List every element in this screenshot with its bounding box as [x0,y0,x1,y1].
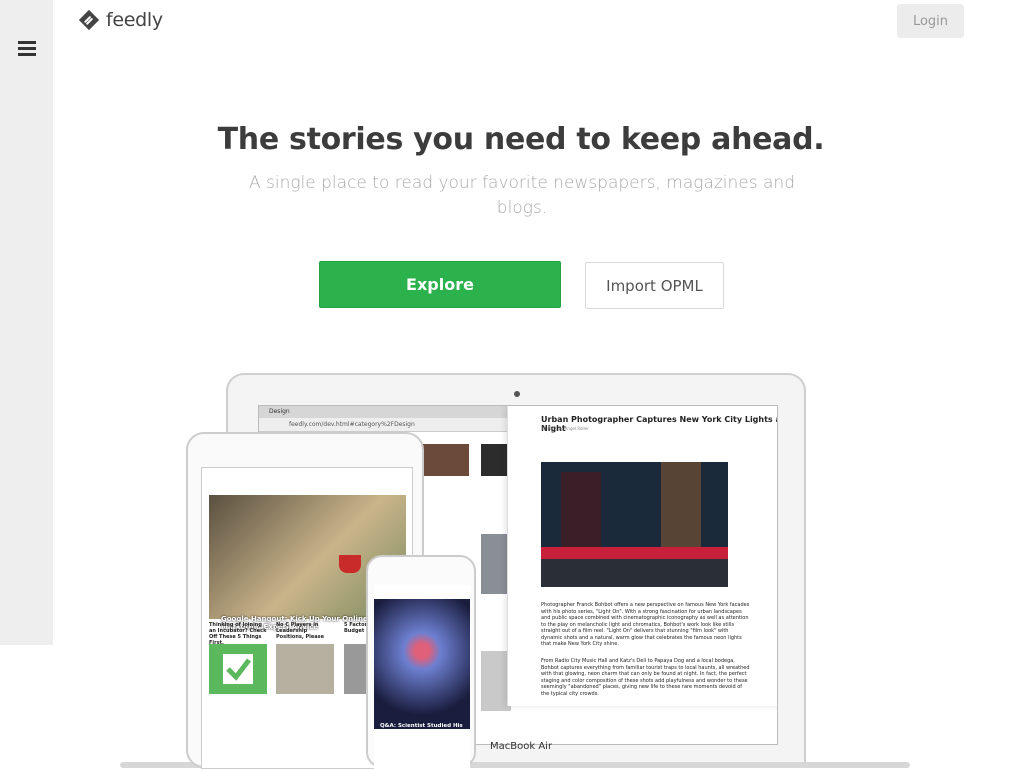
article-body: Photographer Franck Bohbot offers a new … [541,602,750,647]
feedly-logo-icon [78,9,100,31]
page-subheadline: A single place to read your favorite new… [248,173,796,218]
article-body-2: From Radio City Music Hall and Katz's De… [541,658,750,697]
phone-screen: Q&A: Scientist Studied His Poop for a Ye… [374,585,470,770]
phone-device-image: Q&A: Scientist Studied His Poop for a Ye… [366,555,476,770]
tablet-thumb-checkmark [209,644,267,694]
article-panel: Urban Photographer Captures New York Cit… [507,406,777,706]
phone-article-image [374,599,470,729]
article-image [541,462,728,587]
page-headline: The stories you need to keep ahead. [217,122,825,157]
hamburger-menu-icon[interactable] [18,41,36,57]
laptop-camera [514,391,520,397]
import-opml-button[interactable]: Import OPML [585,262,724,309]
explore-button[interactable]: Explore [319,261,561,308]
phone-article-caption: Q&A: Scientist Studied His Poop for a Ye… [380,723,463,743]
tablet-card-title-2: No C Players in Leadership Positions, Pl… [276,622,325,640]
tablet-card-title-1: Thinking of Joining an Incubator? Check … [209,622,267,646]
tablet-thumb-chess [276,644,334,694]
laptop-brand-label: MacBook Air [490,741,553,752]
sidebar [0,0,53,645]
laptop-thumb-1 [419,444,469,476]
logo-text: feedly [106,9,163,31]
article-meta: 32 PSFK by Angel Roller [541,426,589,431]
login-button[interactable]: Login [897,4,964,38]
feedly-logo[interactable]: feedly [78,8,163,32]
